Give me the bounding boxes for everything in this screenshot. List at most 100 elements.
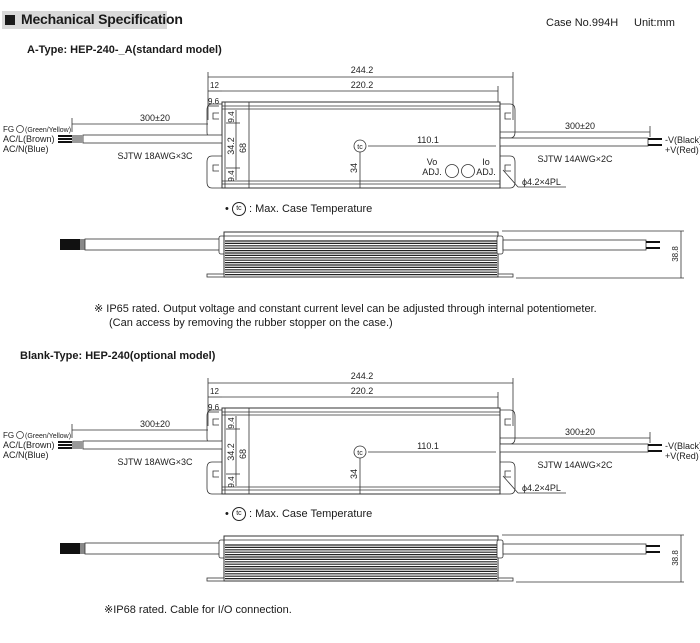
mount-flange-left-bottom [206,155,222,189]
mount-flange-left-bottom [206,461,222,495]
tc-marker-label: tc [357,144,363,151]
mount-holes-label: ϕ4.2×4PL [522,177,561,187]
mount-hole-slot [212,470,219,478]
dim-body-length: 220.2 [351,386,374,396]
input-cable-jacket-end [72,135,83,143]
wire-label-pos: +V(Red) [665,451,699,461]
input-cable-spec: SJTW 18AWG×3C [118,457,193,467]
output-wire-side [646,247,660,249]
dim-tc-x: 110.1 [417,441,439,451]
mount-hole-slot [504,112,511,120]
input-cable-length: 300±20 [140,113,170,123]
mount-hole-slot [212,112,219,120]
dim-mount-edge-bottom: 9.4 [227,476,236,488]
dim-body-width: 68 [238,449,248,459]
wire-label-fg: FG [3,125,14,134]
page-title: Mechanical Specification [21,11,183,27]
mount-hole-slot [212,418,219,426]
dim-mount-edge-bottom: 9.4 [227,170,236,182]
output-cable-spec: SJTW 14AWG×2C [538,154,613,164]
output-cable [499,137,649,147]
output-gland-side [496,235,504,255]
input-cable-side [84,238,223,251]
output-wire-red [648,450,662,452]
top-view-drawing-a-type: 244.2220.2129.6689.434.29.4tc110.134VoAD… [3,65,700,189]
section-title-a-type: A-Type: HEP-240-_A(standard model) [27,44,222,56]
dim-flange-offset: 12 [210,81,219,90]
wire-label-fg: FG [3,431,14,440]
bullet: • [225,202,229,215]
tc-marker-label: tc [357,450,363,457]
vo-potentiometer-icon [445,164,459,178]
mount-hole-slot [504,470,511,478]
input-cable-jacket-end [72,441,83,449]
note-ip65: ※ IP65 rated. Output voltage and constan… [94,303,597,315]
input-cable-length: 300±20 [140,419,170,429]
io-potentiometer-icon [461,164,475,178]
output-wire-black [648,138,662,140]
header-square-icon [5,15,15,25]
dim-mount-edge-top: 9.4 [227,417,236,429]
dim-overall-length: 244.2 [351,371,374,381]
dim-tc-x: 110.1 [417,135,439,145]
input-wire [58,447,72,449]
io-adj-label: ADJ. [476,167,496,177]
ground-symbol-icon [16,125,24,133]
ground-symbol-icon [16,431,24,439]
mount-hole-slot [504,164,511,172]
input-cable [82,134,223,144]
wire-label-ac-l: AC/L(Brown) [3,134,55,144]
mount-flange-right-bottom [500,155,516,189]
input-wire [58,135,72,137]
wire-label-ac-n: AC/N(Blue) [3,450,49,460]
io-adj-label: Io [482,157,490,167]
mount-foot-right [497,273,514,278]
wire-label-fg-color: (Green/Yellow) [25,433,71,440]
case-number: Case No.994H [546,17,619,29]
tc-symbol-icon: tc [231,202,246,216]
output-cable-length: 300±20 [565,427,595,437]
note-ip68: ※IP68 rated. Cable for I/O connection. [104,604,292,616]
legend-a-type: • tc : Max. Case Temperature [225,202,372,216]
side-view-drawing-a-type: 38.8 [60,230,684,279]
wire-label-neg: -V(Black) [665,441,700,451]
wire-label-pos: +V(Red) [665,145,699,155]
legend-text: : Max. Case Temperature [248,507,373,520]
unit-label: Unit:mm [634,17,675,29]
mount-foot-left [206,577,225,582]
vo-adj-label: Vo [427,157,438,167]
output-wire-red [648,144,662,146]
output-cable-side [502,543,647,555]
input-wire [58,141,72,143]
output-cable [499,443,649,453]
output-gland-side [496,539,504,559]
top-view-drawing-blank-type: 244.2220.2129.6689.434.29.4tc110.134300±… [3,371,700,495]
dim-overall-length: 244.2 [351,65,374,75]
input-cable-side [84,542,223,555]
output-cable-side [502,239,647,251]
bullet: • [225,507,229,520]
dim-body-length: 220.2 [351,80,374,90]
wire-label-neg: -V(Black) [665,135,700,145]
dim-mount-edge-top: 9.4 [227,111,236,123]
output-wire-side [646,241,660,243]
input-cable [82,440,223,450]
mount-hole-slot [212,164,219,172]
wire-label-fg-color: (Green/Yellow) [25,127,71,134]
dim-mount-spacing: 34.2 [226,443,236,461]
dim-flange-offset: 12 [210,387,219,396]
section-title-blank-type: Blank-Type: HEP-240(optional model) [20,350,216,362]
mount-foot-left [206,273,225,278]
output-wire-side [646,545,660,547]
wire-label-ac-n: AC/N(Blue) [3,144,49,154]
mount-foot-right [497,577,514,582]
input-cable-spec: SJTW 18AWG×3C [118,151,193,161]
vo-adj-label: ADJ. [422,167,442,177]
wire-label-ac-l: AC/L(Brown) [3,440,55,450]
input-jacket-end-side [80,239,85,250]
dim-side-height: 38.8 [671,246,680,262]
input-jacket-end-side [80,543,85,554]
tc-symbol-icon: tc [231,507,246,521]
mount-holes-label: ϕ4.2×4PL [522,483,561,493]
input-wire [58,441,72,443]
